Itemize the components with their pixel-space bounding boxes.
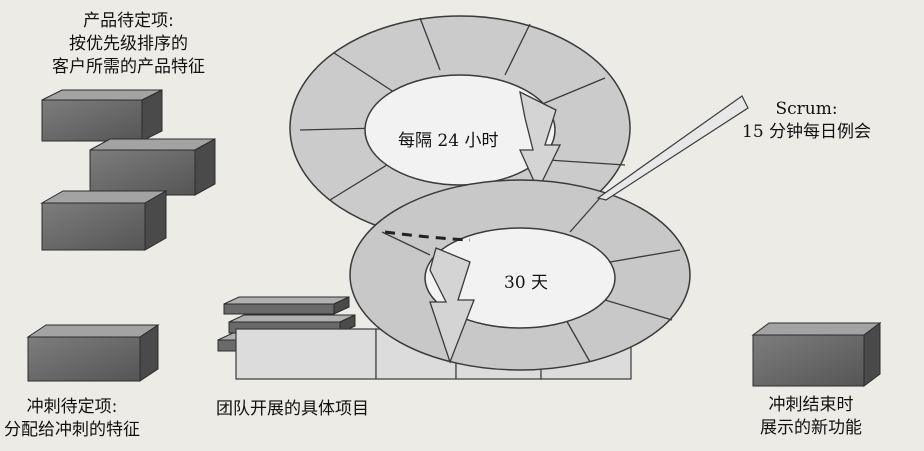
backlog-box-1 xyxy=(41,89,163,142)
product-backlog-label: 产品待定项: 按优先级排序的 客户所需的产品特征 xyxy=(52,10,205,79)
sprint-backlog-line-2: 分配给冲刺的特征 xyxy=(4,420,140,440)
increment-label: 冲刺结束时 展示的新功能 xyxy=(760,394,862,440)
sprint-cycle-label: 30 天 xyxy=(504,272,548,295)
product-backlog-line-2: 按优先级排序的 xyxy=(69,34,188,54)
daily-cycle-label: 每隔 24 小时 xyxy=(398,130,498,153)
team-tasks-text: 团队开展的具体项目 xyxy=(216,399,369,419)
increment-line-1: 冲刺结束时 xyxy=(768,395,854,415)
sprint-backlog-box xyxy=(26,324,160,382)
increment-box xyxy=(751,322,882,387)
product-backlog-boxes xyxy=(40,89,216,251)
backlog-box-3 xyxy=(40,190,168,251)
backlog-box-2 xyxy=(89,138,216,196)
team-tasks-label: 团队开展的具体项目 xyxy=(216,398,369,421)
sprint-backlog-line-1: 冲刺待定项: xyxy=(26,397,118,417)
increment-line-2: 展示的新功能 xyxy=(760,418,862,438)
sprint-backlog-label: 冲刺待定项: 分配给冲刺的特征 xyxy=(4,396,140,442)
product-backlog-line-3: 客户所需的产品特征 xyxy=(52,57,205,77)
daily-cycle-text: 每隔 24 小时 xyxy=(398,131,499,151)
sprint-cycle-text: 30 天 xyxy=(504,273,549,293)
scrum-meeting-line-2: 15 分钟每日例会 xyxy=(742,122,872,142)
scrum-meeting-line-1: Scrum: xyxy=(775,99,838,119)
product-backlog-line-1: 产品待定项: xyxy=(83,11,174,31)
scrum-meeting-label: Scrum: 15 分钟每日例会 xyxy=(742,98,871,144)
